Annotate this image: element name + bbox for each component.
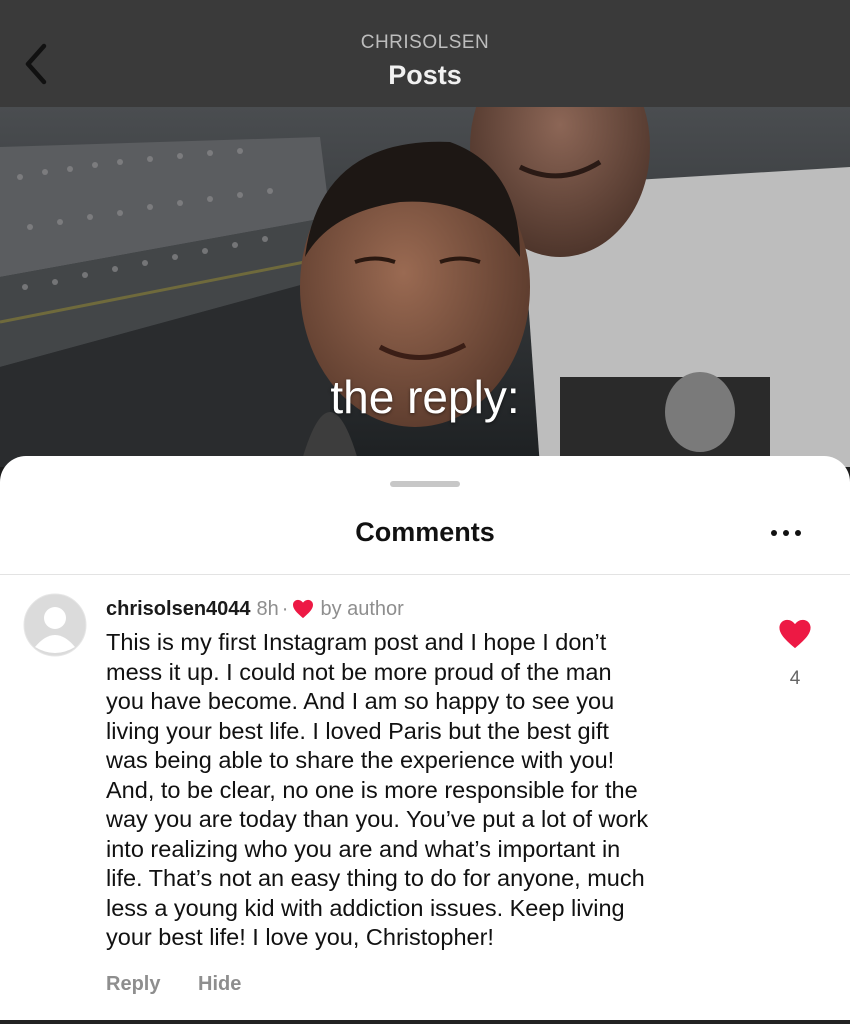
liked-by-author-label: by author [320,597,404,620]
bottom-edge [0,1020,850,1024]
comments-sheet: Comments chrisolsen4044 8h · by author T… [0,456,850,1024]
like-button[interactable] [778,618,812,650]
comment-line: less a young kid with addiction issues. … [106,894,625,921]
meta-separator: · [281,597,289,620]
comment-line: living your best life. I loved Paris but… [106,717,609,744]
account-name: CHRISOLSEN [360,32,490,53]
page-title: Posts [388,60,462,90]
avatar[interactable] [23,593,87,657]
top-bar: CHRISOLSEN Posts [0,0,850,107]
default-avatar-icon [23,593,87,657]
comment-line: And, to be clear, no one is more respons… [106,776,638,803]
comment-line: This is my first Instagram post and I ho… [106,629,607,655]
comment-actions: Reply Hide [106,973,273,996]
comment-username[interactable]: chrisolsen4044 [106,598,251,621]
divider [0,574,850,575]
comment-line: life. That’s not an easy thing to do for… [106,865,645,891]
more-icon [771,530,801,536]
post-caption-overlay: the reply: [330,371,520,423]
comment-line: you have become. And I am so happy to se… [106,688,615,714]
hide-button[interactable]: Hide [198,973,241,995]
like-count: 4 [789,668,801,689]
comment-time: 8h [256,597,279,620]
heart-icon [292,599,314,619]
comments-title: Comments [355,517,495,547]
drag-handle[interactable] [390,481,460,487]
heart-filled-icon [779,619,811,649]
comment-text: This is my first Instagram post and I ho… [106,628,746,953]
comment-line: your best life! I love you, Christopher! [106,924,494,950]
comment-line: mess it up. I could not be more proud of… [106,658,612,685]
comment-meta: chrisolsen4044 8h · by author [106,596,404,622]
comment-line: into realizing who you are and what’s im… [106,835,621,862]
more-options-button[interactable] [766,518,806,548]
reply-button[interactable]: Reply [106,973,160,995]
comment-line: way you are today than you. You’ve put a… [106,806,649,832]
comment-line: was being able to share the experience w… [106,747,615,773]
